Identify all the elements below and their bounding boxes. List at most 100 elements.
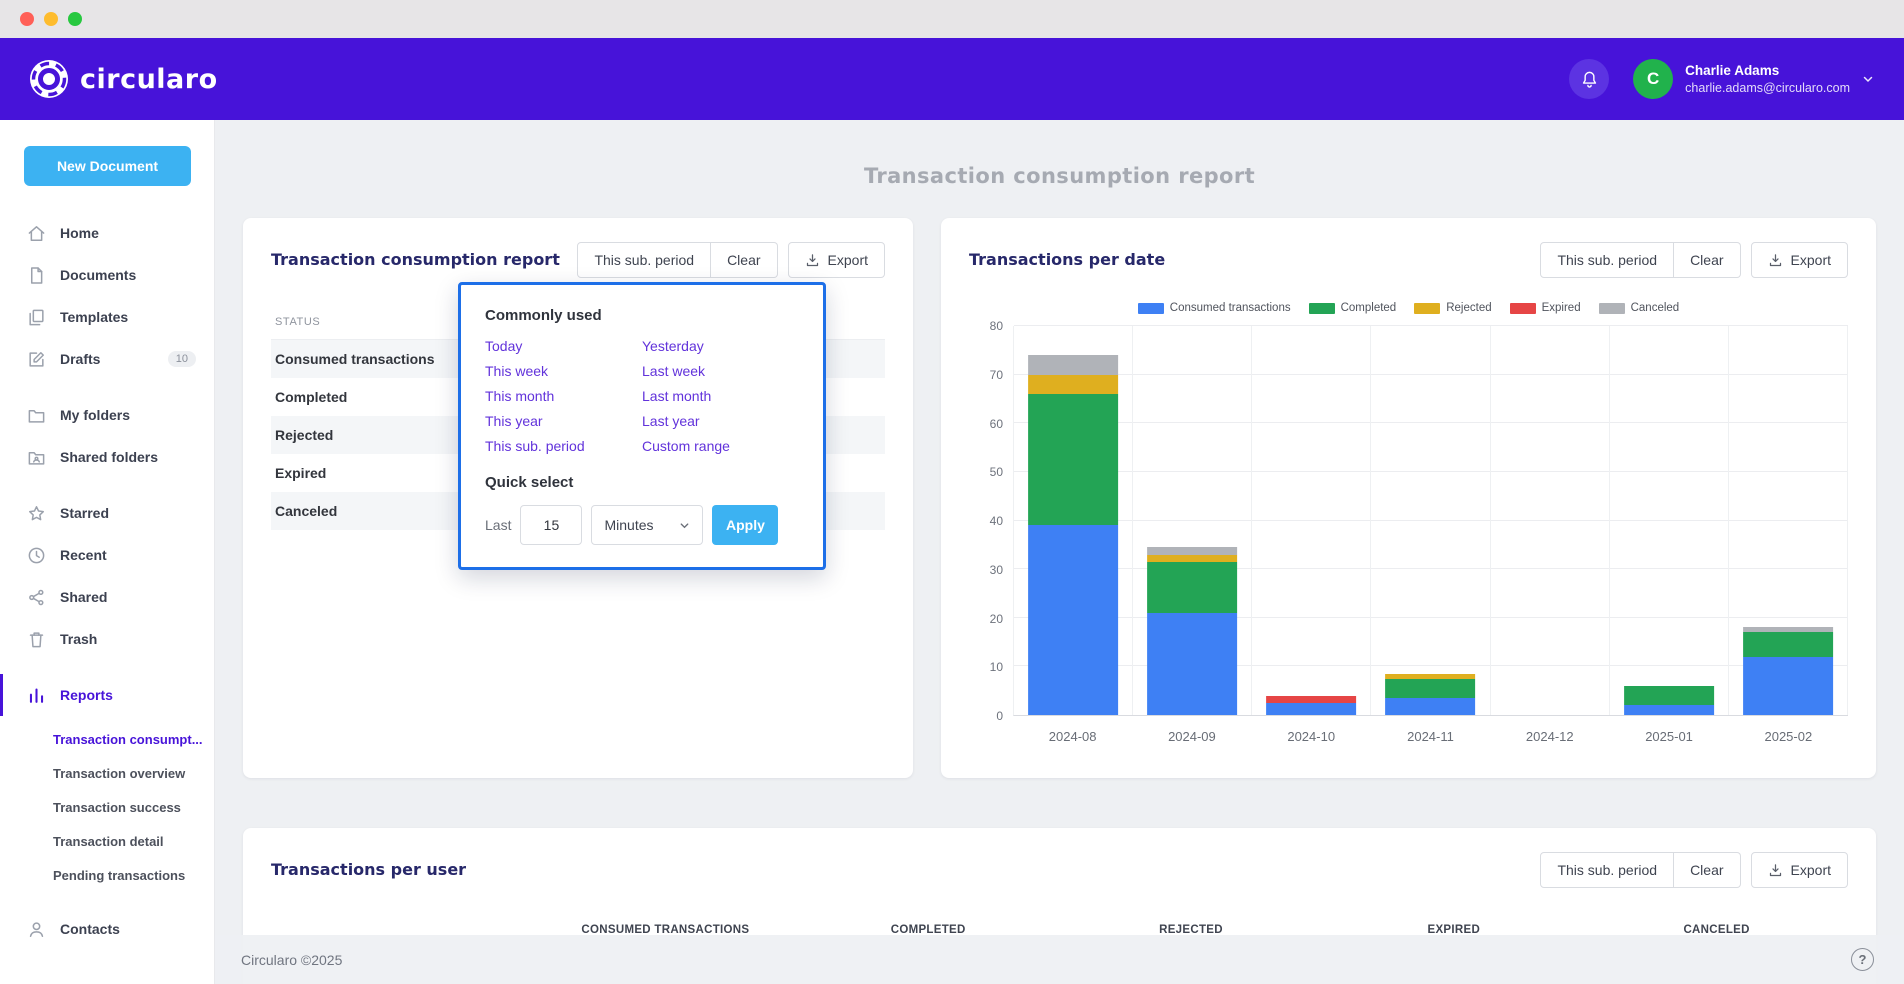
range-link-last-month[interactable]: Last month <box>642 388 799 404</box>
drafts-count-badge: 10 <box>168 351 196 367</box>
sidebar-subitem-transaction-detail[interactable]: Transaction detail <box>0 824 214 858</box>
legend-item-expired[interactable]: Expired <box>1510 302 1581 314</box>
sidebar-item-reports[interactable]: Reports <box>0 674 214 716</box>
brand-name: circularo <box>80 64 218 95</box>
bar-segment-consumed-transactions <box>1743 657 1833 715</box>
sidebar-subitem-transaction-success[interactable]: Transaction success <box>0 790 214 824</box>
sidebar-item-home[interactable]: Home <box>0 212 214 254</box>
x-tick-label: 2024-10 <box>1252 729 1371 744</box>
legend-label: Rejected <box>1446 302 1491 314</box>
range-link-custom-range[interactable]: Custom range <box>642 438 799 454</box>
export-button[interactable]: Export <box>788 242 885 278</box>
stacked-bar-2024-12 <box>1505 326 1595 715</box>
bell-icon <box>1580 70 1599 89</box>
sidebar-item-contacts[interactable]: Contacts <box>0 908 214 950</box>
legend-label: Consumed transactions <box>1170 302 1291 314</box>
clear-button[interactable]: Clear <box>1674 852 1740 888</box>
bar-segment-completed <box>1028 394 1118 525</box>
chart-column-2024-09 <box>1133 326 1252 715</box>
period-button[interactable]: This sub. period <box>1540 242 1674 278</box>
sidebar-subitem-transaction-overview[interactable]: Transaction overview <box>0 756 214 790</box>
legend-swatch <box>1414 303 1440 314</box>
download-icon <box>805 253 820 268</box>
export-button[interactable]: Export <box>1751 242 1848 278</box>
legend-swatch <box>1599 303 1625 314</box>
range-link-this-month[interactable]: This month <box>485 388 642 404</box>
legend-label: Completed <box>1341 302 1397 314</box>
new-document-button[interactable]: New Document <box>24 146 191 186</box>
chart-column-2025-02 <box>1729 326 1848 715</box>
clear-button[interactable]: Clear <box>711 242 777 278</box>
chart-legend: Consumed transactions Completed Rejected Ex… <box>969 302 1848 314</box>
chevron-down-icon <box>679 520 690 531</box>
user-menu[interactable]: C Charlie Adams charlie.adams@circularo.… <box>1633 59 1874 99</box>
drafts-icon <box>27 350 46 369</box>
sidebar-item-starred[interactable]: Starred <box>0 492 214 534</box>
clear-button[interactable]: Clear <box>1674 242 1740 278</box>
stacked-bar-2024-08 <box>1028 326 1118 715</box>
y-tick-label: 10 <box>990 660 1003 674</box>
popup-links-right: Yesterday Last week Last month Last year Cus… <box>642 338 799 454</box>
y-tick-label: 30 <box>990 563 1003 577</box>
contacts-icon <box>27 920 46 939</box>
document-icon <box>27 266 46 285</box>
legend-item-rejected[interactable]: Rejected <box>1414 302 1491 314</box>
notifications-button[interactable] <box>1569 59 1609 99</box>
range-link-this-sub-period[interactable]: This sub. period <box>485 438 642 454</box>
sidebar-item-templates[interactable]: Templates <box>0 296 214 338</box>
sidebar-item-my-folders[interactable]: My folders <box>0 394 214 436</box>
help-icon[interactable]: ? <box>1851 948 1874 971</box>
status-label: Expired <box>275 465 326 481</box>
apply-button[interactable]: Apply <box>712 505 778 545</box>
legend-item-canceled[interactable]: Canceled <box>1599 302 1680 314</box>
sidebar-item-label: Contacts <box>60 921 120 937</box>
quick-select-value-input[interactable] <box>520 505 582 545</box>
card-title-per-date: Transactions per date <box>969 242 1165 269</box>
share-icon <box>27 588 46 607</box>
period-button[interactable]: This sub. period <box>577 242 711 278</box>
brand[interactable]: circularo <box>30 60 218 98</box>
bar-segment-consumed-transactions <box>1386 698 1476 715</box>
bar-segment-completed <box>1624 686 1714 705</box>
sidebar-item-shared[interactable]: Shared <box>0 576 214 618</box>
y-tick-label: 0 <box>996 709 1003 723</box>
commonly-used-heading: Commonly used <box>485 307 799 324</box>
y-tick-label: 70 <box>990 368 1003 382</box>
sidebar-item-trash[interactable]: Trash <box>0 618 214 660</box>
copyright-text: Circularo ©2025 <box>241 952 342 968</box>
x-tick-label: 2025-01 <box>1609 729 1728 744</box>
reports-subnav: Transaction consumpt...Transaction overv… <box>0 716 214 894</box>
range-link-last-year[interactable]: Last year <box>642 413 799 429</box>
period-button[interactable]: This sub. period <box>1540 852 1674 888</box>
export-button[interactable]: Export <box>1751 852 1848 888</box>
window-minimize-icon[interactable] <box>44 12 58 26</box>
chart-column-2024-11 <box>1371 326 1490 715</box>
range-link-this-year[interactable]: This year <box>485 413 642 429</box>
sidebar-item-shared-folders[interactable]: Shared folders <box>0 436 214 478</box>
sidebar-item-drafts[interactable]: Drafts10 <box>0 338 214 380</box>
range-link-this-week[interactable]: This week <box>485 363 642 379</box>
page-footer: Circularo ©2025 ? <box>215 935 1904 984</box>
transactions-per-date-card: Transactions per date This sub. period C… <box>941 218 1876 778</box>
quick-select-unit-dropdown[interactable]: Minutes <box>591 505 703 545</box>
range-link-yesterday[interactable]: Yesterday <box>642 338 799 354</box>
y-tick-label: 20 <box>990 612 1003 626</box>
quick-select-heading: Quick select <box>485 474 799 491</box>
legend-swatch <box>1510 303 1536 314</box>
y-tick-label: 80 <box>990 319 1003 333</box>
sidebar-item-documents[interactable]: Documents <box>0 254 214 296</box>
window-zoom-icon[interactable] <box>68 12 82 26</box>
reports-icon <box>27 686 46 705</box>
download-icon <box>1768 863 1783 878</box>
bar-segment-completed <box>1743 632 1833 656</box>
range-link-today[interactable]: Today <box>485 338 642 354</box>
legend-swatch <box>1138 303 1164 314</box>
user-name: Charlie Adams <box>1685 62 1850 80</box>
range-link-last-week[interactable]: Last week <box>642 363 799 379</box>
window-close-icon[interactable] <box>20 12 34 26</box>
sidebar-item-recent[interactable]: Recent <box>0 534 214 576</box>
sidebar-subitem-pending-transactions[interactable]: Pending transactions <box>0 858 214 892</box>
legend-item-completed[interactable]: Completed <box>1309 302 1397 314</box>
sidebar-subitem-transaction-consumpt[interactable]: Transaction consumpt... <box>0 722 214 756</box>
legend-item-consumed-transactions[interactable]: Consumed transactions <box>1138 302 1291 314</box>
